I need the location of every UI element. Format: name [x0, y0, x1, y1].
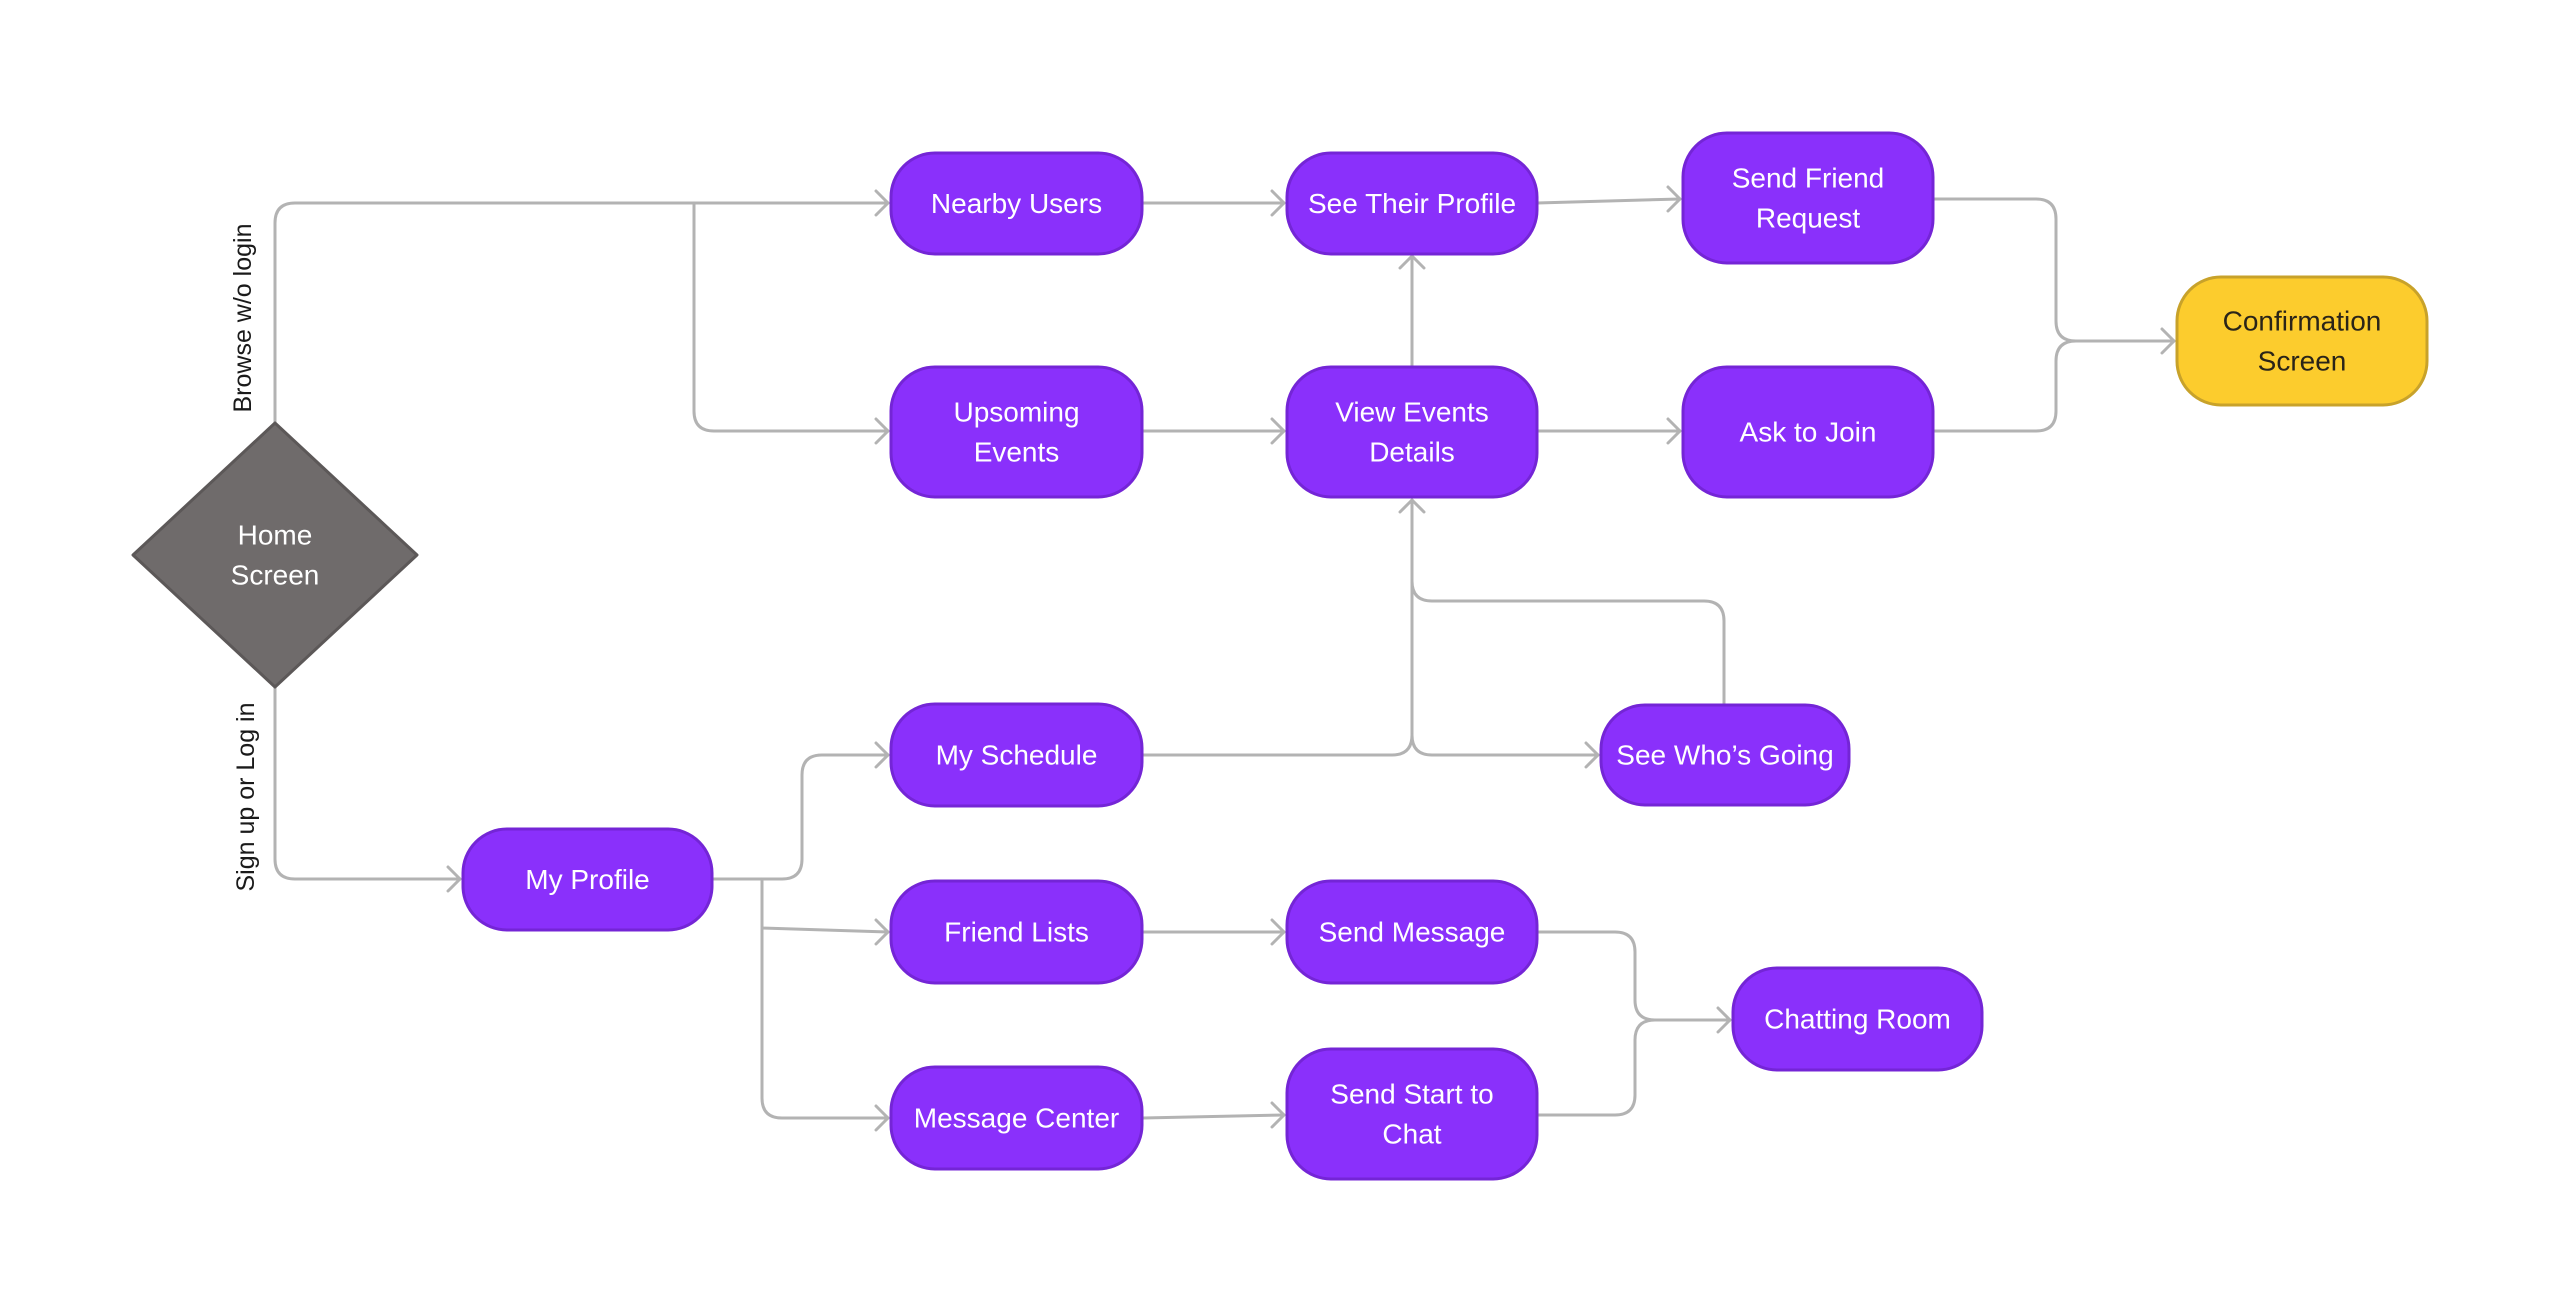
process-box[interactable] [1285, 1047, 1539, 1181]
edge-my-profile-to-message-center [760, 926, 890, 1132]
edge-send-start-to-chat-to-chatting-room [1535, 1018, 1657, 1117]
edge-see-whos-going-to-view-events-details [1410, 579, 1726, 707]
node-nearby-users[interactable]: Nearby Users [889, 151, 1144, 256]
node-label: My Schedule [936, 740, 1098, 771]
node-label: Chatting Room [1764, 1004, 1951, 1035]
edge-my-profile-to-friend-lists [760, 877, 890, 946]
edge-upcoming-events-to-view-events-details [1140, 417, 1286, 445]
node-label: Ask to Join [1740, 417, 1877, 448]
node-label: My Profile [525, 864, 649, 895]
edge-home-to-nearby-users [273, 189, 890, 425]
edge-ask-to-join-to-confirmation-screen [1931, 339, 2078, 433]
node-view-events-details[interactable]: View Events Details [1285, 365, 1539, 499]
node-label: Request [1756, 203, 1861, 234]
node-my-schedule[interactable]: My Schedule [889, 702, 1144, 808]
node-label: Home [238, 520, 313, 551]
node-label: Send Message [1319, 917, 1506, 948]
node-label: Friend Lists [944, 917, 1089, 948]
edge-view-events-details-to-see-their-profile [1398, 254, 1426, 369]
node-label: Screen [231, 560, 320, 591]
node-send-message[interactable]: Send Message [1285, 879, 1539, 985]
node-friend-lists[interactable]: Friend Lists [889, 879, 1144, 985]
edge-label: Browse w/o login [229, 224, 257, 413]
terminal-box[interactable] [2175, 275, 2429, 407]
node-label: Message Center [914, 1103, 1119, 1134]
flowchart-canvas: Home Screen Nearby Users See Their Profile S… [131, 131, 2429, 1181]
node-chatting-room[interactable]: Chatting Room [1731, 966, 1984, 1072]
node-home[interactable]: Home Screen [131, 421, 419, 689]
edge-label: Sign up or Log in [232, 702, 260, 891]
node-label: See Who’s Going [1616, 740, 1833, 771]
node-label: Send Friend [1732, 163, 1885, 194]
node-see-whos-going[interactable]: See Who’s Going [1599, 703, 1851, 807]
edge-my-schedule-to-see-whos-going [1410, 733, 1600, 769]
node-message-center[interactable]: Message Center [889, 1065, 1144, 1171]
node-label: See Their Profile [1308, 188, 1516, 219]
nodes-layer: Home Screen Nearby Users See Their Profile S… [131, 131, 2429, 1181]
connector-line [1535, 197, 1682, 205]
node-label: Confirmation [2223, 306, 2382, 337]
connector-line [1535, 930, 1732, 1022]
connector-line [1140, 498, 1414, 757]
connector-line [1140, 1113, 1286, 1120]
edge-send-friend-request-to-confirmation-screen [1931, 197, 2176, 355]
node-confirmation-screen[interactable]: Confirmation Screen [2175, 275, 2429, 407]
node-label: Details [1369, 437, 1455, 468]
edge-home-to-upcoming-events [692, 201, 890, 445]
node-upcoming-events[interactable]: Upsoming Events [889, 365, 1144, 499]
node-ask-to-join[interactable]: Ask to Join [1681, 365, 1935, 499]
node-label: Upsoming [953, 397, 1079, 428]
node-label: Send Start to [1330, 1079, 1493, 1110]
node-label: Events [974, 437, 1060, 468]
connector-line [1931, 339, 2078, 433]
node-label: View Events [1335, 397, 1489, 428]
connector-line [1410, 733, 1600, 757]
edge-see-their-profile-to-send-friend-request [1535, 185, 1682, 213]
node-label: Screen [2258, 346, 2347, 377]
process-box[interactable] [1285, 365, 1539, 499]
node-label: Nearby Users [931, 188, 1102, 219]
node-see-their-profile[interactable]: See Their Profile [1285, 151, 1539, 256]
decision-diamond[interactable] [131, 421, 419, 689]
edge-message-center-to-send-start-to-chat [1140, 1101, 1286, 1129]
connector-line [710, 753, 890, 881]
connector-line [760, 877, 890, 934]
edge-my-schedule-to-view-events-details [1140, 498, 1426, 757]
process-box[interactable] [889, 365, 1144, 499]
connector-line [692, 201, 890, 433]
connector-line [1535, 1018, 1657, 1117]
node-label: Chat [1382, 1119, 1441, 1150]
node-my-profile[interactable]: My Profile [461, 827, 714, 932]
process-box[interactable] [1681, 131, 1935, 265]
connector-line [1931, 197, 2176, 343]
edge-my-profile-to-my-schedule [710, 741, 890, 881]
connector-line [273, 685, 462, 881]
connector-line [760, 926, 890, 1120]
connector-line [1410, 579, 1726, 707]
node-send-start-to-chat[interactable]: Send Start to Chat [1285, 1047, 1539, 1181]
edge-view-events-details-to-ask-to-join [1535, 417, 1682, 445]
node-send-friend-request[interactable]: Send Friend Request [1681, 131, 1935, 265]
edge-friend-lists-to-send-message [1140, 918, 1286, 946]
edge-nearby-users-to-see-their-profile [1140, 189, 1286, 217]
edge-send-message-to-chatting-room [1535, 930, 1732, 1034]
connector-line [273, 201, 890, 425]
edge-home-to-my-profile [273, 685, 462, 893]
